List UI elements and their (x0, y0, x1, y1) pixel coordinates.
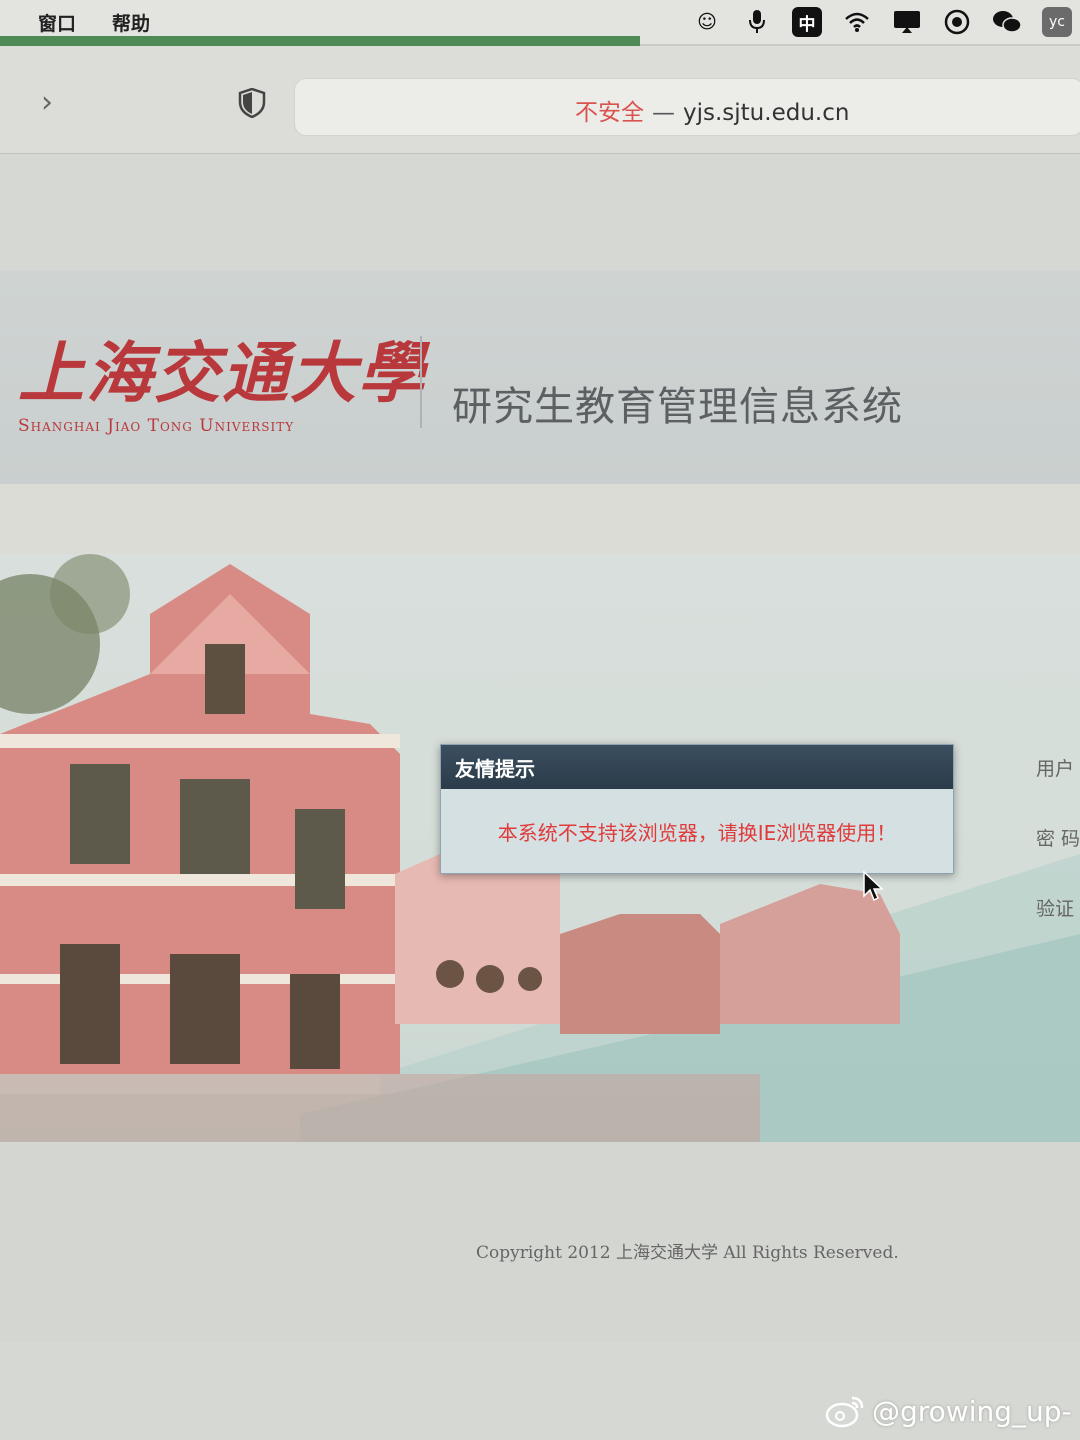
status-tray: ☺ 中 yc (692, 4, 1072, 40)
dialog-message: 本系统不支持该浏览器，请换IE浏览器使用！ (497, 820, 897, 845)
dialog-header[interactable]: 友情提示 (441, 745, 953, 789)
window-background-strip (0, 36, 640, 46)
site-footer: Copyright 2012 上海交通大学 All Rights Reserve… (0, 1142, 1080, 1342)
alert-dialog: 友情提示 本系统不支持该浏览器，请换IE浏览器使用！ (440, 744, 954, 874)
header-divider (420, 336, 422, 428)
university-logo-en: Shanghai Jiao Tong University (18, 416, 295, 436)
address-bar[interactable]: 不安全 — yjs.sjtu.edu.cn (294, 78, 1080, 136)
weibo-icon (825, 1396, 864, 1428)
dialog-title: 友情提示 (455, 756, 535, 781)
wifi-icon[interactable] (842, 7, 872, 37)
web-page: 上海交通大學 Shanghai Jiao Tong University 研究生… (0, 154, 1080, 1440)
menu-item-window[interactable]: 窗口 (38, 9, 76, 36)
watermark-text: @growing_up- (872, 1394, 1072, 1428)
menu-item-help[interactable]: 帮助 (112, 9, 150, 36)
address-domain: yjs.sjtu.edu.cn (683, 100, 850, 126)
copyright-text: Copyright 2012 上海交通大学 All Rights Reserve… (476, 1243, 899, 1263)
security-warning: 不安全 (575, 100, 644, 126)
username-label: 用户 (1036, 758, 1075, 780)
wechat-icon[interactable] (992, 7, 1022, 37)
screen-mirroring-icon[interactable] (892, 7, 922, 37)
mouse-cursor-icon (863, 870, 884, 902)
header-strip (0, 484, 1080, 554)
address-separator: — (652, 100, 675, 126)
dialog-body: 本系统不支持该浏览器，请换IE浏览器使用！ (441, 789, 953, 873)
system-title: 研究生教育管理信息系统 (452, 384, 903, 430)
browser-toolbar: › 不安全 — yjs.sjtu.edu.cn (0, 46, 1080, 154)
password-label: 密 码 (1036, 828, 1080, 850)
chevron-right-icon[interactable]: › (30, 82, 64, 122)
site-header: 上海交通大學 Shanghai Jiao Tong University 研究生… (0, 270, 1080, 484)
captcha-label: 验证 (1036, 898, 1075, 920)
input-method-icon[interactable]: 中 (792, 7, 822, 37)
user-avatar[interactable]: yc (1042, 7, 1072, 37)
camera-icon[interactable] (942, 7, 972, 37)
address-text: 不安全 — yjs.sjtu.edu.cn (575, 93, 849, 127)
weibo-watermark: @growing_up- (824, 1394, 1072, 1428)
microphone-icon[interactable] (742, 7, 772, 37)
university-logo-cn: 上海交通大學 (18, 334, 426, 412)
emoji-icon[interactable]: ☺ (692, 7, 722, 37)
shield-icon[interactable] (238, 88, 266, 118)
